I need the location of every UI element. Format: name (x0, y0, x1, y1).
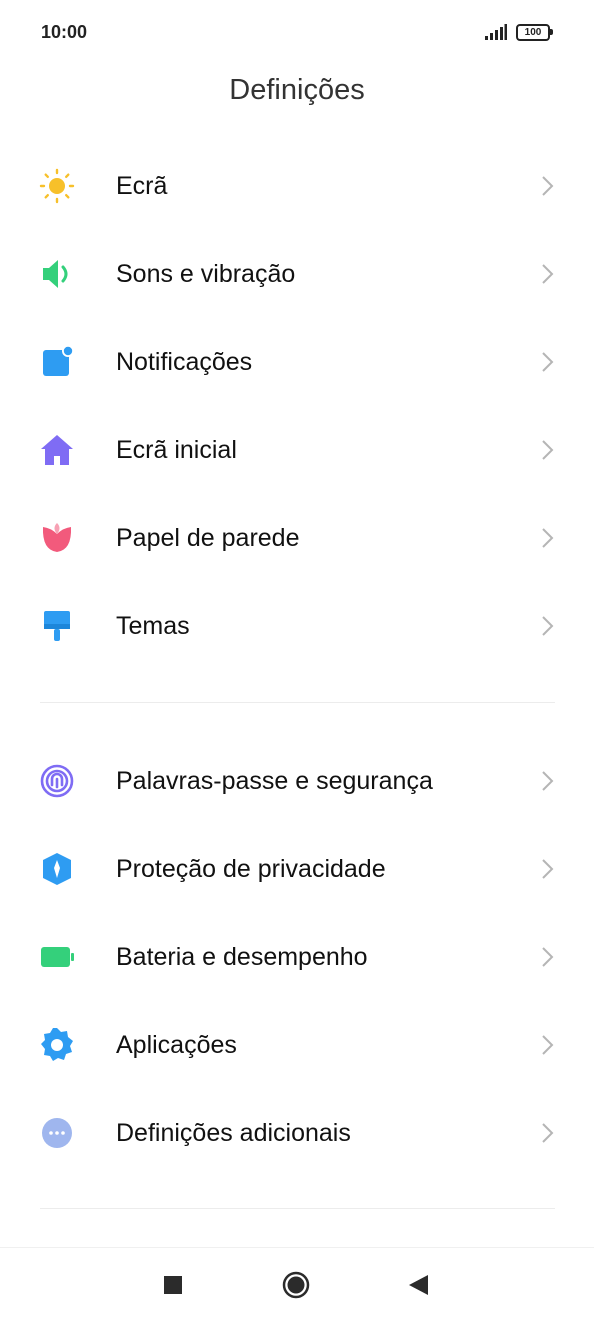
home-button[interactable] (281, 1270, 311, 1300)
home-icon (41, 435, 73, 465)
settings-item-label: Aplicações (116, 1031, 237, 1059)
settings-item-label: Proteção de privacidade (116, 855, 386, 883)
page-title: Definições (229, 74, 365, 106)
section-divider (40, 1208, 555, 1209)
settings-item-additional[interactable]: Definições adicionais (0, 1089, 594, 1177)
system-navigation-bar (0, 1247, 594, 1321)
settings-item-privacy[interactable]: Proteção de privacidade (0, 825, 594, 913)
fingerprint-icon (40, 764, 74, 798)
tulip-icon (42, 523, 72, 552)
battery-icon: 100 (516, 24, 553, 41)
settings-item-passwords-security[interactable]: Palavras-passe e segurança (0, 737, 594, 825)
settings-item-label: Definições adicionais (116, 1119, 351, 1147)
chevron-right-icon (542, 859, 554, 879)
settings-group-system: Palavras-passe e segurança Proteção de p… (0, 737, 594, 1177)
sun-icon (39, 168, 75, 204)
chevron-right-icon (542, 528, 554, 548)
chevron-right-icon (542, 947, 554, 967)
settings-item-battery[interactable]: Bateria e desempenho (0, 913, 594, 1001)
settings-item-label: Temas (116, 612, 190, 640)
speaker-icon (43, 260, 68, 288)
chevron-right-icon (542, 352, 554, 372)
more-dots-icon (42, 1118, 72, 1148)
chevron-right-icon (542, 771, 554, 791)
recents-button[interactable] (158, 1270, 188, 1300)
battery-icon (41, 947, 74, 967)
settings-item-label: Ecrã (116, 172, 168, 200)
back-button[interactable] (403, 1270, 433, 1300)
settings-item-home-screen[interactable]: Ecrã inicial (0, 406, 594, 494)
settings-item-notifications[interactable]: Notificações (0, 318, 594, 406)
chevron-right-icon (542, 264, 554, 284)
status-bar: 10:00 100 (0, 0, 594, 64)
settings-item-themes[interactable]: Temas (0, 582, 594, 670)
settings-item-display[interactable]: Ecrã (0, 142, 594, 230)
chevron-right-icon (542, 440, 554, 460)
notification-icon (43, 345, 74, 376)
privacy-shield-icon (43, 853, 71, 885)
settings-item-label: Sons e vibração (116, 260, 296, 288)
chevron-right-icon (542, 1035, 554, 1055)
paint-brush-icon (44, 611, 70, 641)
settings-group-display: Ecrã Sons e vibração Notificações Ecrã i… (0, 142, 594, 670)
settings-item-label: Notificações (116, 348, 253, 376)
settings-item-label: Palavras-passe e segurança (116, 767, 433, 795)
settings-item-apps[interactable]: Aplicações (0, 1001, 594, 1089)
settings-item-wallpaper[interactable]: Papel de parede (0, 494, 594, 582)
settings-item-label: Ecrã inicial (116, 436, 237, 464)
chevron-right-icon (542, 1123, 554, 1143)
section-divider (40, 702, 555, 703)
settings-item-label: Bateria e desempenho (116, 943, 368, 971)
battery-level: 100 (516, 24, 550, 41)
gear-icon (41, 1028, 73, 1061)
settings-item-sound[interactable]: Sons e vibração (0, 230, 594, 318)
signal-icon (485, 24, 507, 40)
chevron-right-icon (542, 176, 554, 196)
chevron-right-icon (542, 616, 554, 636)
status-time: 10:00 (41, 22, 88, 42)
settings-item-label: Papel de parede (116, 524, 300, 552)
